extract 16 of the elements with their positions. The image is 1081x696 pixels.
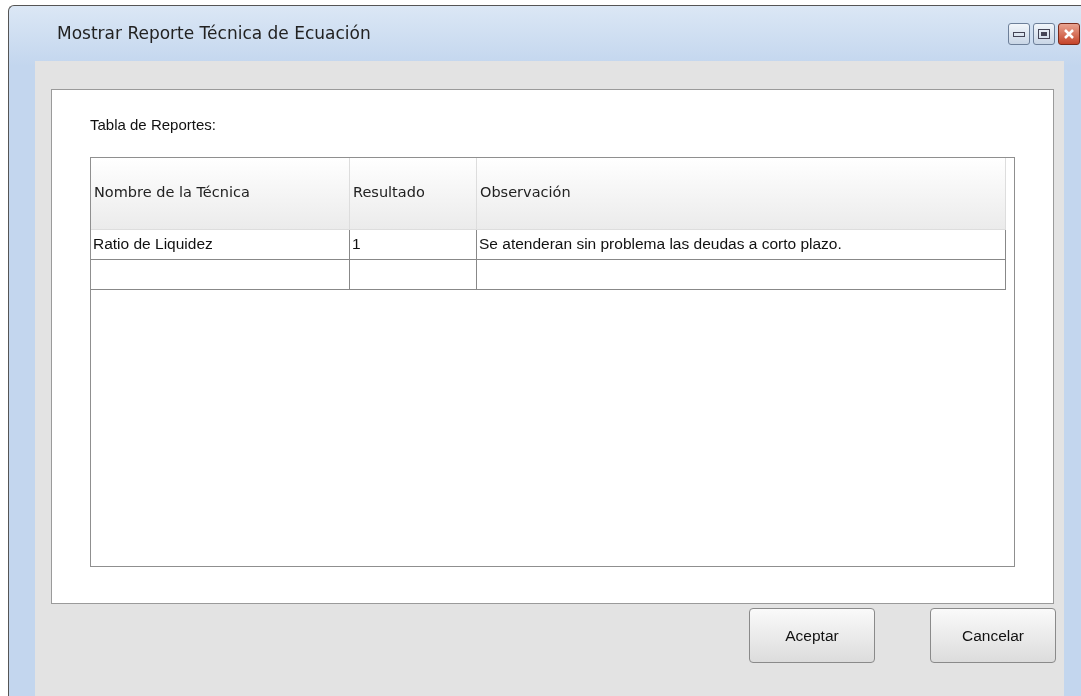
table-cell: Ratio de Liquidez — [91, 229, 350, 260]
dialog-button[interactable]: Cancelar — [930, 608, 1056, 663]
table-cell: 1 — [350, 229, 477, 260]
maximize-button[interactable] — [1033, 22, 1055, 45]
minimize-button[interactable] — [1008, 22, 1030, 45]
close-button[interactable] — [1058, 22, 1080, 45]
table-label: Tabla de Reportes: — [90, 115, 217, 135]
table-cell: Se atenderan sin problema las deudas a corto plazo. — [477, 229, 1006, 260]
dialog-button[interactable]: Aceptar — [749, 608, 875, 663]
maximize-icon — [1038, 28, 1050, 39]
column-header[interactable]: Nombre de la Técnica — [91, 157, 350, 230]
column-header[interactable]: Observación — [477, 157, 1006, 230]
close-icon — [1063, 27, 1075, 40]
window-title: Mostrar Reporte Técnica de Ecuación — [57, 21, 372, 45]
column-header[interactable]: Resultado — [350, 157, 477, 230]
minimize-icon — [1013, 29, 1025, 38]
